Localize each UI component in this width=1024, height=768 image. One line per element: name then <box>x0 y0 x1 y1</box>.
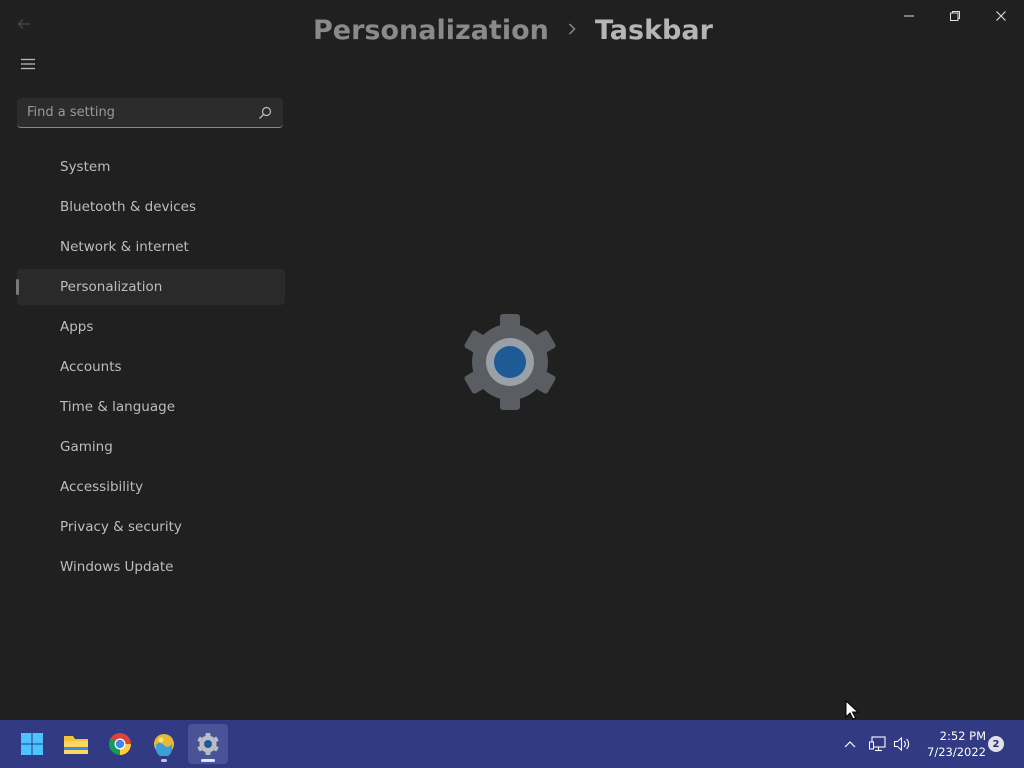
sidebar-item-label: Network & internet <box>60 239 189 255</box>
chrome-button[interactable] <box>100 724 140 764</box>
maximize-button[interactable] <box>932 0 978 32</box>
windows-start-icon <box>21 733 43 755</box>
volume-icon <box>893 736 910 752</box>
photo-app-icon <box>154 734 174 756</box>
settings-taskbar-button[interactable] <box>188 724 228 764</box>
sidebar-nav: System Bluetooth & devices Network & int… <box>16 149 285 589</box>
sidebar-item-label: Bluetooth & devices <box>60 199 197 215</box>
show-hidden-icons-button[interactable] <box>838 732 862 756</box>
sidebar-item-privacy-security[interactable]: Privacy & security <box>17 509 285 545</box>
settings-icon <box>197 733 219 755</box>
breadcrumb-parent[interactable]: Personalization <box>313 15 549 46</box>
sidebar-item-label: Apps <box>60 319 94 335</box>
running-indicator <box>161 759 167 762</box>
mouse-cursor-icon <box>845 700 859 720</box>
clock-date: 7/23/2022 <box>927 745 986 759</box>
search-input[interactable] <box>27 105 257 120</box>
network-tray-button[interactable] <box>866 732 890 756</box>
minimize-button[interactable] <box>886 0 932 32</box>
hamburger-icon <box>21 58 35 70</box>
photos-app-button[interactable] <box>144 724 184 764</box>
clock[interactable]: 2:52 PM 7/23/2022 <box>918 728 986 760</box>
network-icon <box>869 736 886 752</box>
back-arrow-icon <box>17 19 30 29</box>
chevron-up-icon <box>844 741 856 748</box>
active-indicator <box>201 759 215 762</box>
search-icon[interactable] <box>257 105 273 121</box>
clock-time: 2:52 PM <box>939 729 986 743</box>
volume-tray-button[interactable] <box>890 732 914 756</box>
sidebar-item-label: Time & language <box>60 399 176 415</box>
sidebar-item-bluetooth-devices[interactable]: Bluetooth & devices <box>17 189 285 225</box>
sidebar-item-label: Accessibility <box>60 479 144 495</box>
sidebar-item-apps[interactable]: Apps <box>17 309 285 345</box>
sidebar-item-windows-update[interactable]: Windows Update <box>17 549 285 585</box>
close-icon <box>996 11 1006 21</box>
settings-window: Personalization Taskbar System Bluetooth… <box>0 0 1024 720</box>
minimize-icon <box>904 15 914 17</box>
sidebar-item-label: Personalization <box>60 279 163 295</box>
file-explorer-icon <box>64 736 88 754</box>
close-button[interactable] <box>978 0 1024 32</box>
sidebar-item-label: Privacy & security <box>60 519 182 535</box>
sidebar-item-label: Windows Update <box>60 559 174 575</box>
navigation-menu-button[interactable] <box>16 52 40 76</box>
search-box[interactable] <box>17 98 283 128</box>
sidebar-item-label: System <box>60 159 111 175</box>
restore-icon <box>950 11 960 21</box>
breadcrumb: Personalization Taskbar <box>313 12 713 48</box>
sidebar-item-label: Gaming <box>60 439 113 455</box>
chrome-icon <box>109 733 131 755</box>
start-button[interactable] <box>12 724 52 764</box>
sidebar-item-label: Accounts <box>60 359 122 375</box>
notification-badge[interactable]: 2 <box>988 736 1004 752</box>
sidebar-item-network-internet[interactable]: Network & internet <box>17 229 285 265</box>
taskbar: 2:52 PM 7/23/2022 2 <box>0 720 1024 768</box>
sidebar-item-accessibility[interactable]: Accessibility <box>17 469 285 505</box>
breadcrumb-separator-icon <box>567 20 577 41</box>
file-explorer-button[interactable] <box>56 724 96 764</box>
sidebar-item-personalization[interactable]: Personalization <box>16 269 285 305</box>
settings-gear-loading-icon <box>464 314 556 410</box>
page-title: Taskbar <box>594 14 713 46</box>
sidebar-item-system[interactable]: System <box>17 149 285 185</box>
sidebar-item-accounts[interactable]: Accounts <box>17 349 285 385</box>
sidebar-item-gaming[interactable]: Gaming <box>17 429 285 465</box>
back-button[interactable] <box>12 12 36 36</box>
sidebar-item-time-language[interactable]: Time & language <box>17 389 285 425</box>
